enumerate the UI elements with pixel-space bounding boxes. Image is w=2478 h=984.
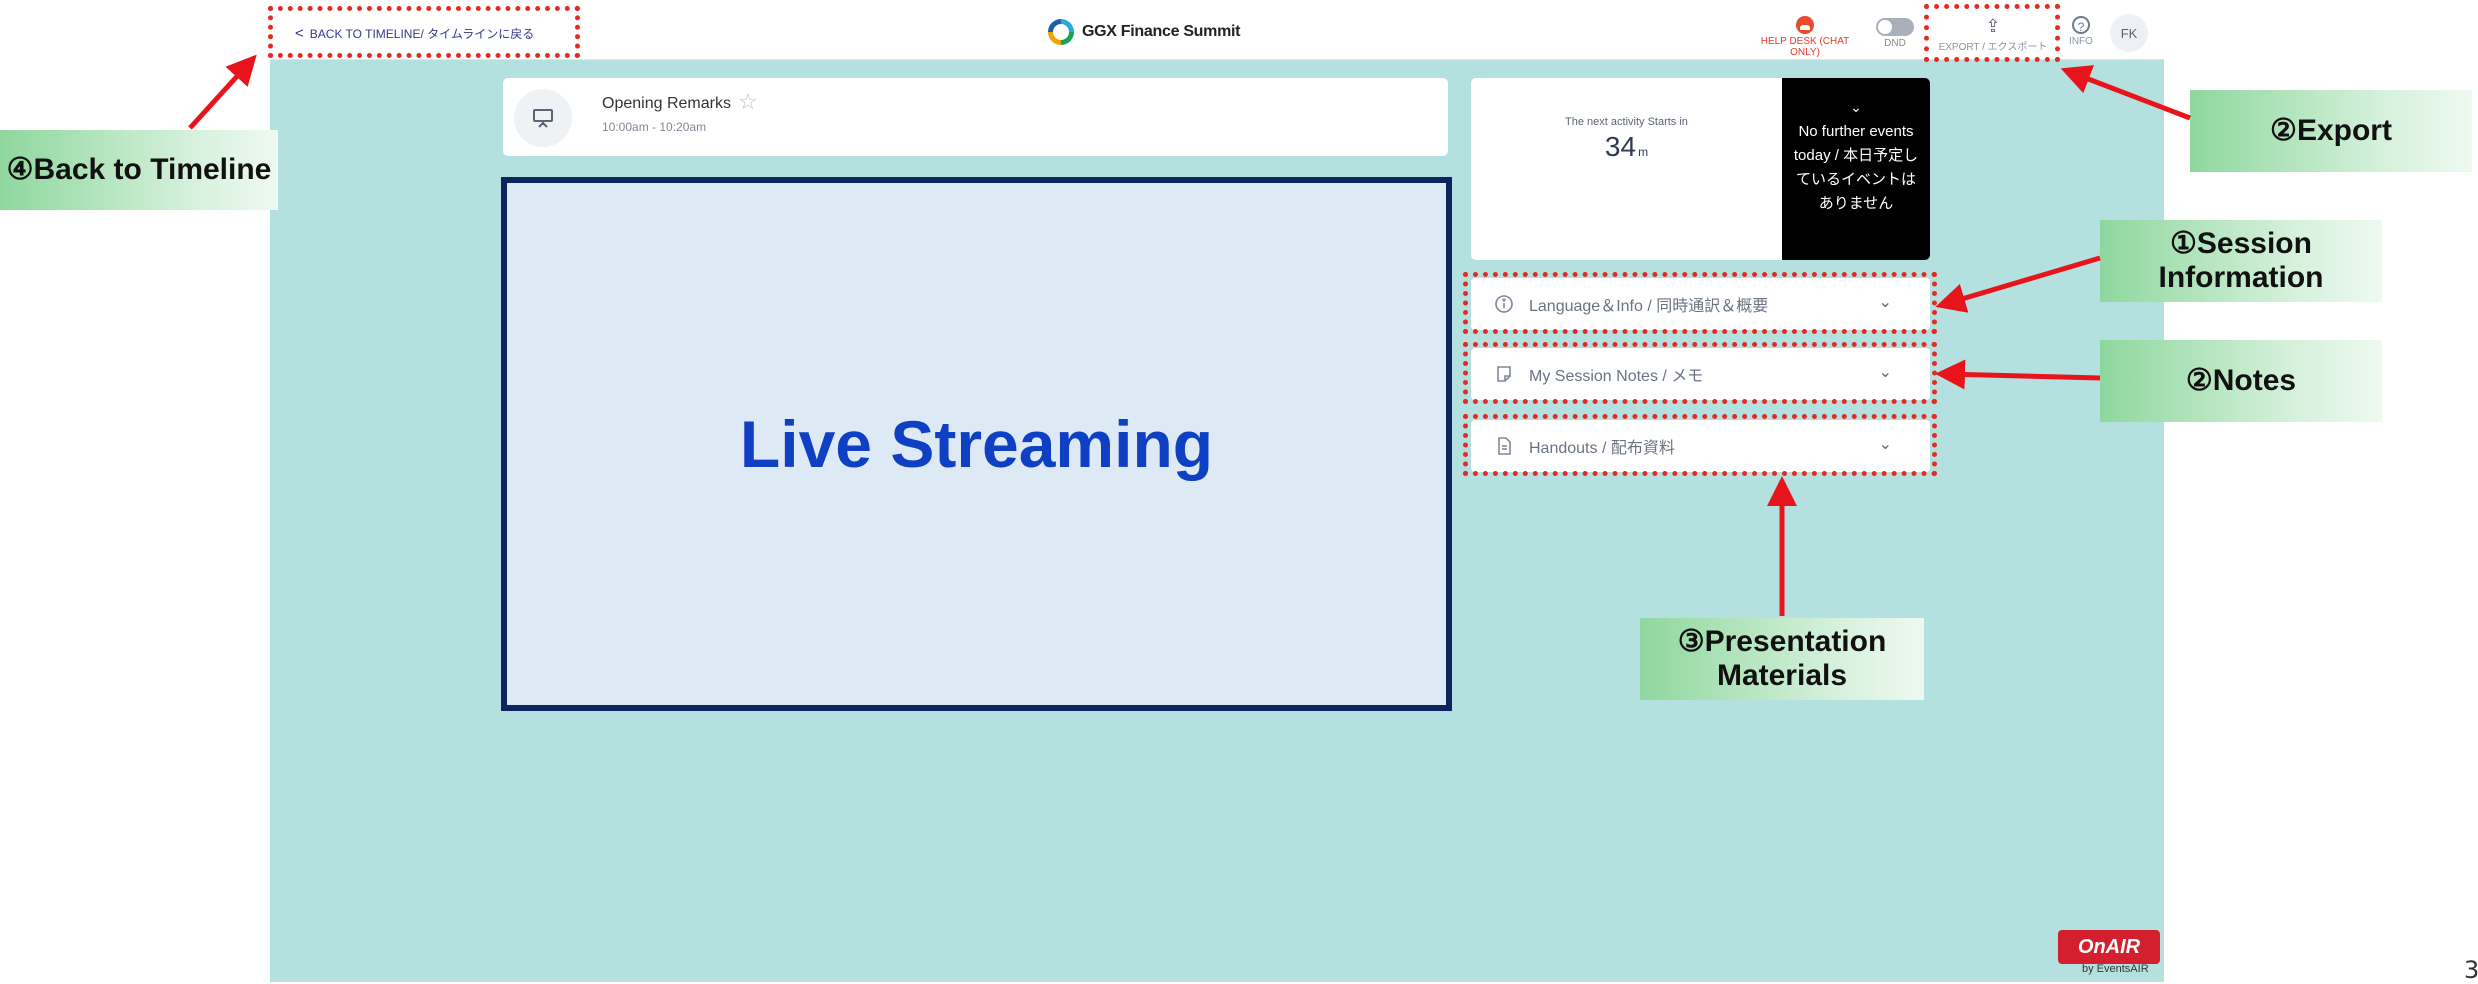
arrow-notes: [1935, 359, 2101, 390]
arrow-export: [2060, 65, 2191, 121]
arrow-back-to-timeline: [188, 54, 257, 130]
arrow-session-information: [1935, 255, 2101, 313]
annotation-arrows: [188, 54, 2191, 616]
